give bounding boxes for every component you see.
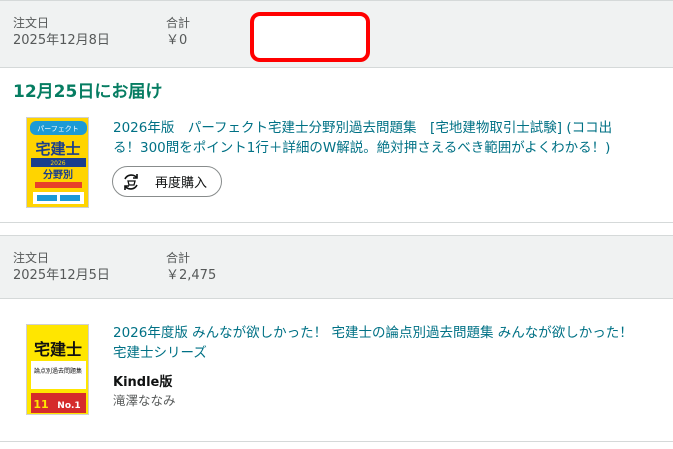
svg-text:宅建士: 宅建士	[34, 340, 82, 359]
svg-text:2026: 2026	[50, 160, 65, 167]
order-date-label: 注文日	[13, 251, 50, 265]
order-total-value: ￥0	[166, 33, 188, 48]
product-format: Kindle版	[113, 375, 173, 390]
product-title-line: る！300問をポイント1行＋詳細のW解説。絶対押さえるべき範囲がよくわかる！)	[113, 140, 611, 156]
product-author: 滝澤ななみ	[113, 393, 176, 408]
buy-again-label: 再度購入	[155, 176, 208, 191]
product-title-line: 2026年版 パーフェクト宅建士分野別過去問題集 [宅地建物取引士試験] (ココ…	[113, 120, 613, 136]
order-date-block: 注文日 2025年12月5日	[13, 250, 110, 285]
refresh-cart-icon	[119, 170, 143, 194]
product-cover-image[interactable]: 宅建士 論点別過去問題集 11 No.1	[26, 324, 89, 415]
order-header: 注文日 2025年12月5日 合計 ￥2,475	[0, 235, 673, 299]
delivery-status: 12月25日にお届け	[13, 82, 163, 102]
svg-text:分野別: 分野別	[43, 168, 73, 181]
product-cover-image[interactable]: パーフェクト 宅建士 2026 分野別	[26, 117, 89, 208]
buy-again-button[interactable]: 再度購入	[112, 166, 222, 197]
svg-text:No.1: No.1	[57, 401, 80, 411]
product-title-line: 宅建士シリーズ	[113, 345, 207, 361]
order-total-label: 合計	[166, 16, 191, 30]
product-title-line: 2026年度版 みんなが欲しかった！ 宅建士の論点別過去問題集 みんなが欲しかっ…	[113, 325, 633, 341]
order-total-block: 合計 ￥2,475	[166, 250, 216, 285]
divider	[0, 222, 673, 223]
book-cover-2: 宅建士 論点別過去問題集 11 No.1	[27, 325, 88, 414]
order-date-block: 注文日 2025年12月8日	[13, 15, 110, 50]
order-total-value: ￥2,475	[166, 268, 217, 283]
order-date-label: 注文日	[13, 16, 50, 30]
product-title-link[interactable]: 2026年版 パーフェクト宅建士分野別過去問題集 [宅地建物取引士試験] (ココ…	[113, 118, 653, 158]
book-cover-1: パーフェクト 宅建士 2026 分野別	[27, 118, 88, 207]
svg-text:パーフェクト: パーフェクト	[37, 125, 79, 133]
order-total-label: 合計	[166, 251, 191, 265]
svg-text:宅建士: 宅建士	[35, 140, 80, 158]
order-total-block: 合計 ￥0	[166, 15, 190, 50]
order-date-value: 2025年12月5日	[13, 268, 110, 283]
divider	[0, 441, 673, 442]
product-title-link[interactable]: 2026年度版 みんなが欲しかった！ 宅建士の論点別過去問題集 みんなが欲しかっ…	[113, 323, 653, 363]
redaction-highlight	[250, 12, 370, 62]
svg-text:11: 11	[33, 398, 48, 411]
svg-text:論点別過去問題集: 論点別過去問題集	[34, 367, 82, 375]
order-header: 注文日 2025年12月8日 合計 ￥0	[0, 0, 673, 68]
order-date-value: 2025年12月8日	[13, 33, 110, 48]
